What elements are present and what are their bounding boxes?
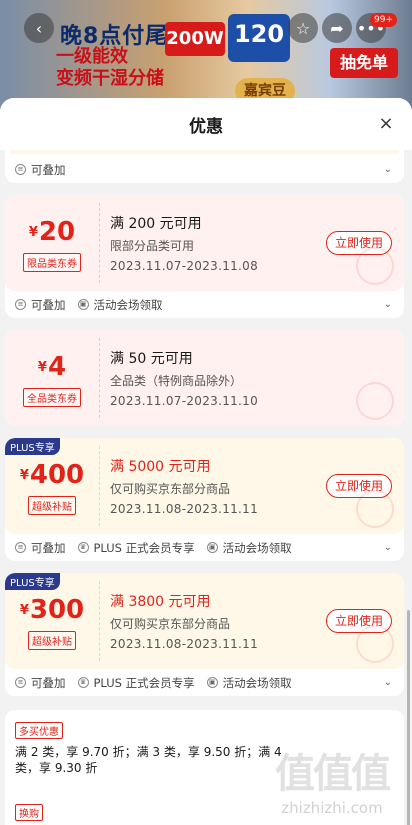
coupon-type-tag: 全品类东券 <box>23 388 81 407</box>
coupon-meta: ≡ 可叠加 ⌄ <box>5 156 404 183</box>
watermark: 值值值 zhizhizhi.com <box>262 741 402 817</box>
stack-icon: ≡ <box>15 542 26 553</box>
share-button[interactable]: ➦ <box>322 13 352 43</box>
coupon-threshold: 满 3800 元可用 <box>110 594 211 610</box>
chevron-down-icon[interactable]: ⌄ <box>384 299 392 310</box>
star-icon: ☆ <box>295 18 311 38</box>
crown-icon: ♛ <box>77 542 89 553</box>
coupon-body: PLUS专享 ¥400 超级补贴 满 5000 元可用 仅可购买京东部分商品 2… <box>5 438 404 534</box>
watermark-url: zhizhizhi.com <box>281 799 383 817</box>
coupon-type-tag: 超级补贴 <box>28 496 76 515</box>
promo-text: 满 2 类，享 9.70 折；满 3 类，享 9.50 折；满 4 类，享 9.… <box>15 745 282 775</box>
promo-tag: 多买优惠 <box>15 722 63 739</box>
stamp-icon <box>350 376 400 426</box>
trade-in-tag: 换购 <box>15 804 43 821</box>
favorite-button[interactable]: ☆ <box>288 13 318 43</box>
banner-line3: 变频干湿分储 <box>56 68 164 89</box>
back-icon: ‹ <box>35 18 43 38</box>
coupon-scope: 全品类（特例商品除外） <box>110 374 243 388</box>
coupon-meta: ≡ 可叠加 ♛ PLUS 正式会员专享 ▣ 活动会场领取 ⌄ <box>5 669 404 696</box>
coupon-threshold: 满 50 元可用 <box>110 351 193 367</box>
coupon-body: PLUS专享 ¥300 超级补贴 满 3800 元可用 仅可购买京东部分商品 2… <box>5 573 404 669</box>
coupon-card-partial: ≡ 可叠加 ⌄ <box>5 150 404 183</box>
stack-icon: ≡ <box>15 164 26 175</box>
coupon-amount: ¥300 <box>19 595 85 625</box>
coupon-validity: 2023.11.08-2023.11.11 <box>110 637 259 651</box>
venue-icon: ▣ <box>206 677 218 688</box>
coupon-card: ¥20 限品类东券 满 200 元可用 限部分品类可用 2023.11.07-2… <box>5 195 404 318</box>
coupon-type-tag: 限品类东券 <box>23 253 81 272</box>
banner-number: 120 <box>228 14 290 62</box>
product-banner: 晚8点付尾款 一级能效 变频干湿分储 200W 120 抽免单 嘉宾豆 <box>0 0 412 110</box>
sheet-header: 优惠 × <box>0 98 412 150</box>
coupon-threshold: 满 5000 元可用 <box>110 459 211 475</box>
venue-icon: ▣ <box>77 299 89 310</box>
coupon-validity: 2023.11.07-2023.11.10 <box>110 394 259 408</box>
coupon-body: ¥20 限品类东券 满 200 元可用 限部分品类可用 2023.11.07-2… <box>5 195 404 291</box>
share-icon: ➦ <box>330 18 344 38</box>
close-button[interactable]: × <box>374 112 398 136</box>
coupon-validity: 2023.11.08-2023.11.11 <box>110 502 259 516</box>
coupon-amount: ¥4 <box>37 352 67 382</box>
discount-sheet: 优惠 × ≡ 可叠加 ⌄ ¥20 限品类东券 满 200 元可用 限部分品类可用 … <box>0 98 412 825</box>
banner-free: 抽免单 <box>330 48 398 78</box>
chevron-down-icon[interactable]: ⌄ <box>384 677 392 688</box>
coupon-card: PLUS专享 ¥400 超级补贴 满 5000 元可用 仅可购买京东部分商品 2… <box>5 438 404 561</box>
coupon-body: ¥4 全品类东券 满 50 元可用 全品类（特例商品除外） 2023.11.07… <box>5 330 404 426</box>
watermark-logo: 值值值 <box>275 751 391 797</box>
chevron-down-icon[interactable]: ⌄ <box>384 164 392 175</box>
back-button[interactable]: ‹ <box>24 13 54 43</box>
coupon-card: ¥4 全品类东券 满 50 元可用 全品类（特例商品除外） 2023.11.07… <box>5 330 404 426</box>
chevron-down-icon[interactable]: ⌄ <box>384 542 392 553</box>
coupon-scope: 仅可购买京东部分商品 <box>110 617 231 631</box>
coupon-card: PLUS专享 ¥300 超级补贴 满 3800 元可用 仅可购买京东部分商品 2… <box>5 573 404 696</box>
coupon-meta: ≡ 可叠加 ♛ PLUS 正式会员专享 ▣ 活动会场领取 ⌄ <box>5 534 404 561</box>
venue-icon: ▣ <box>206 542 218 553</box>
coupon-validity: 2023.11.07-2023.11.08 <box>110 259 259 273</box>
crown-icon: ♛ <box>77 677 89 688</box>
stack-icon: ≡ <box>15 677 26 688</box>
coupon-threshold: 满 200 元可用 <box>110 216 202 232</box>
sheet-title: 优惠 <box>189 117 223 137</box>
coupon-type-tag: 超级补贴 <box>28 631 76 650</box>
coupon-scope: 限部分品类可用 <box>110 239 195 253</box>
coupon-amount: ¥400 <box>19 460 85 490</box>
scrollbar[interactable] <box>407 610 410 825</box>
banner-watt: 200W <box>165 22 225 56</box>
coupon-amount: ¥20 <box>28 217 76 247</box>
stack-icon: ≡ <box>15 299 26 310</box>
cart-badge: 99+ <box>370 13 397 27</box>
coupon-scope: 仅可购买京东部分商品 <box>110 482 231 496</box>
coupon-meta: ≡ 可叠加 ▣ 活动会场领取 ⌄ <box>5 291 404 318</box>
